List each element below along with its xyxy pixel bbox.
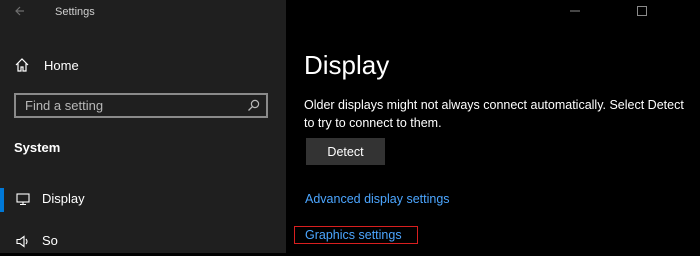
search-input[interactable]: Find a setting (14, 93, 268, 118)
back-arrow-icon (15, 6, 24, 16)
home-label: Home (44, 57, 79, 73)
advanced-display-settings-link[interactable]: Advanced display settings (305, 192, 450, 206)
sidebar-item-home[interactable]: Home (14, 55, 274, 75)
group-heading: System (14, 140, 61, 155)
detect-button[interactable]: Detect (306, 138, 385, 165)
sidebar-item-display[interactable]: Display (0, 184, 286, 214)
page-title: Display (304, 50, 390, 80)
sidebar-item-sound[interactable]: So (0, 226, 286, 256)
home-icon (15, 58, 29, 72)
graphics-settings-link[interactable]: Graphics settings (305, 228, 402, 242)
sidebar-item-label: So (42, 233, 58, 248)
selected-indicator (0, 188, 4, 212)
sidebar: Settings Home Find a setting System Disp… (0, 0, 286, 253)
maximize-button[interactable] (630, 3, 654, 21)
sidebar-item-label: Display (42, 191, 85, 206)
minimize-button[interactable] (563, 3, 587, 21)
maximize-icon (637, 6, 647, 16)
detect-description: Older displays might not always connect … (304, 98, 684, 130)
search-icon[interactable] (247, 99, 260, 112)
speaker-icon (16, 235, 28, 248)
minimize-icon (570, 10, 580, 12)
main-content: Display Older displays might not always … (286, 0, 700, 253)
monitor-icon (16, 193, 30, 206)
search-placeholder: Find a setting (25, 98, 104, 113)
back-button[interactable] (10, 5, 30, 21)
app-title: Settings (55, 6, 95, 18)
